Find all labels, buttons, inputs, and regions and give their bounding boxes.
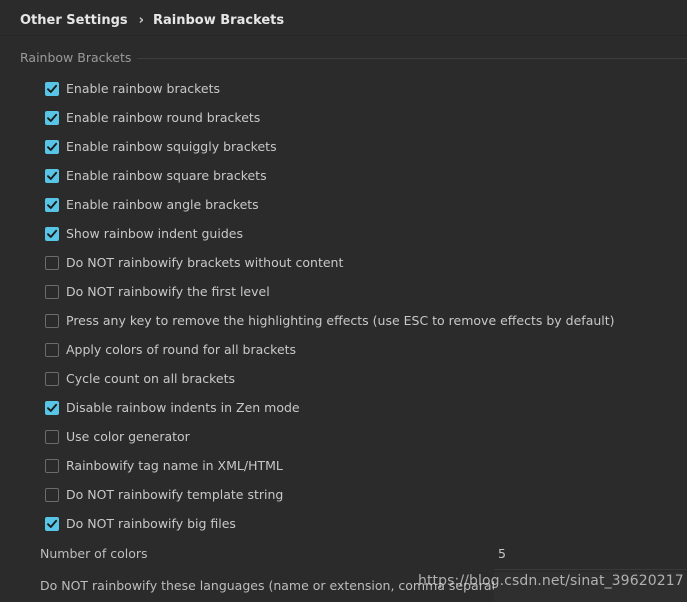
breadcrumb-current: Rainbow Brackets <box>153 12 285 28</box>
option-label: Do NOT rainbowify template string <box>66 487 284 502</box>
option-label: Use color generator <box>66 429 190 444</box>
option-row[interactable]: Enable rainbow round brackets <box>45 103 685 132</box>
checkbox-unchecked-icon[interactable] <box>45 313 59 328</box>
option-label: Rainbowify tag name in XML/HTML <box>66 458 283 473</box>
option-label: Enable rainbow brackets <box>66 81 221 96</box>
option-label: Enable rainbow square brackets <box>66 168 267 183</box>
option-label: Show rainbow indent guides <box>66 226 243 241</box>
option-label: Do NOT rainbowify big files <box>66 516 236 531</box>
checkbox-checked-icon[interactable] <box>45 110 59 125</box>
group-title: Rainbow Brackets <box>20 50 138 65</box>
option-label: Do NOT rainbowify brackets without conte… <box>66 255 344 270</box>
option-row[interactable]: Do NOT rainbowify brackets without conte… <box>45 248 685 277</box>
option-row[interactable]: Enable rainbow square brackets <box>45 161 685 190</box>
watermark-text: https://blog.csdn.net/sinat_39620217 <box>418 573 684 589</box>
options-list: Enable rainbow brackets Enable rainbow ro… <box>45 74 685 538</box>
checkbox-unchecked-icon[interactable] <box>45 429 59 444</box>
checkbox-checked-icon[interactable] <box>45 139 59 154</box>
option-row[interactable]: Enable rainbow brackets <box>45 74 685 103</box>
option-row[interactable]: Disable rainbow indents in Zen mode <box>45 393 685 422</box>
option-row[interactable]: Do NOT rainbowify big files <box>45 509 685 538</box>
breadcrumb: Other Settings › Rainbow Brackets <box>20 11 284 29</box>
checkbox-unchecked-icon[interactable] <box>45 487 59 502</box>
option-label: Apply colors of round for all brackets <box>66 342 297 357</box>
option-label: Enable rainbow squiggly brackets <box>66 139 277 154</box>
option-label: Enable rainbow angle brackets <box>66 197 259 212</box>
breadcrumb-parent[interactable]: Other Settings <box>20 13 128 28</box>
option-row[interactable]: Show rainbow indent guides <box>45 219 685 248</box>
group-divider <box>128 58 687 59</box>
option-label: Disable rainbow indents in Zen mode <box>66 400 300 415</box>
option-row[interactable]: Enable rainbow squiggly brackets <box>45 132 685 161</box>
number-of-colors-label: Number of colors <box>40 546 148 561</box>
option-label: Press any key to remove the highlighting… <box>66 313 615 328</box>
option-label: Cycle count on all brackets <box>66 371 236 386</box>
checkbox-unchecked-icon[interactable] <box>45 458 59 473</box>
number-of-colors-value[interactable]: 5 <box>498 546 506 561</box>
option-row[interactable]: Do NOT rainbowify the first level <box>45 277 685 306</box>
option-row[interactable]: Rainbowify tag name in XML/HTML <box>45 451 685 480</box>
checkbox-unchecked-icon[interactable] <box>45 371 59 386</box>
option-row[interactable]: Press any key to remove the highlighting… <box>45 306 685 335</box>
checkbox-checked-icon[interactable] <box>45 197 59 212</box>
breadcrumb-separator-icon: › <box>138 12 144 28</box>
number-of-colors-field[interactable] <box>494 539 687 570</box>
checkbox-unchecked-icon[interactable] <box>45 255 59 270</box>
checkbox-unchecked-icon[interactable] <box>45 284 59 299</box>
checkbox-checked-icon[interactable] <box>45 400 59 415</box>
option-row[interactable]: Cycle count on all brackets <box>45 364 685 393</box>
option-row[interactable]: Enable rainbow angle brackets <box>45 190 685 219</box>
option-row[interactable]: Do NOT rainbowify template string <box>45 480 685 509</box>
checkbox-checked-icon[interactable] <box>45 81 59 96</box>
option-row[interactable]: Use color generator <box>45 422 685 451</box>
option-label: Enable rainbow round brackets <box>66 110 261 125</box>
option-label: Do NOT rainbowify the first level <box>66 284 270 299</box>
checkbox-unchecked-icon[interactable] <box>45 342 59 357</box>
checkbox-checked-icon[interactable] <box>45 516 59 531</box>
checkbox-checked-icon[interactable] <box>45 226 59 241</box>
checkbox-checked-icon[interactable] <box>45 168 59 183</box>
option-row[interactable]: Apply colors of round for all brackets <box>45 335 685 364</box>
header-divider <box>0 35 687 36</box>
